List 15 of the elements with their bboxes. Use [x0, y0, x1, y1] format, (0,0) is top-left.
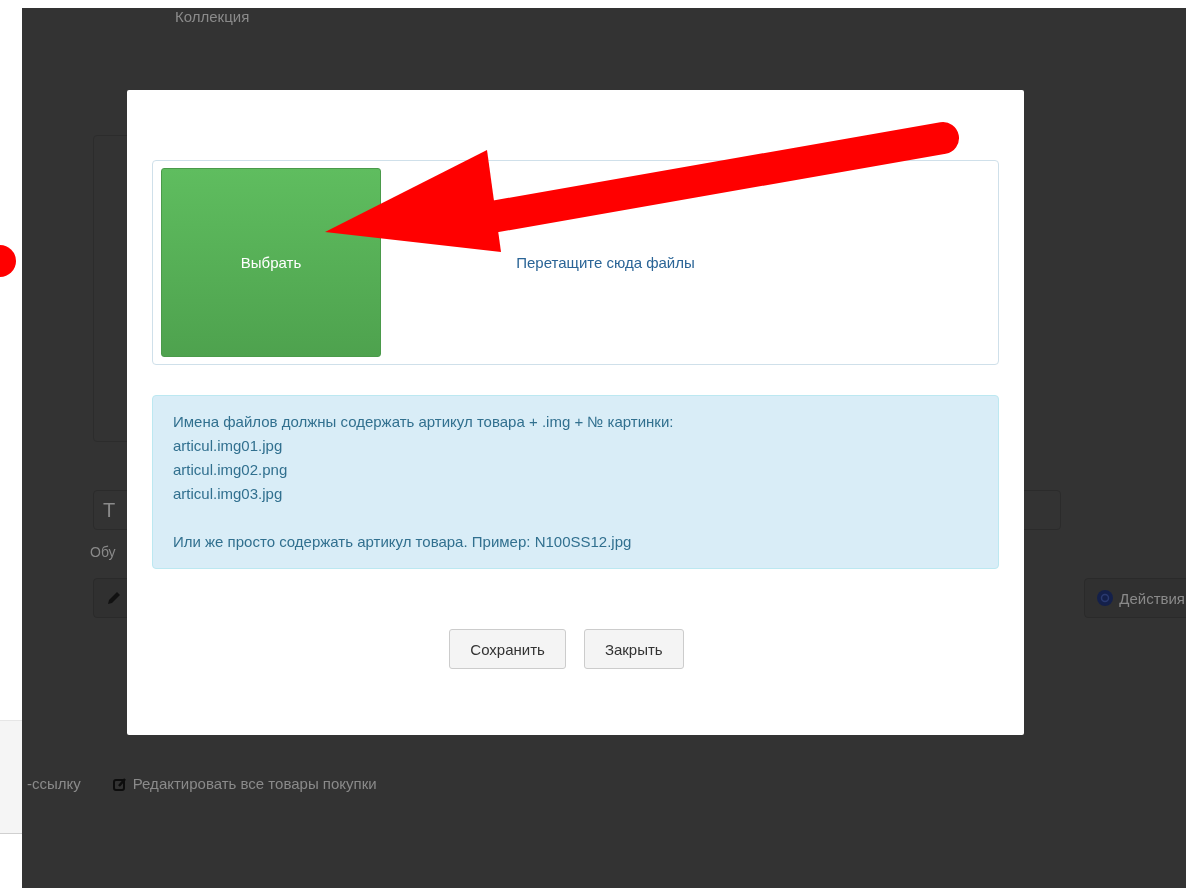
drop-zone[interactable]: Выбрать Перетащите сюда файлы — [152, 160, 999, 365]
info-text: Или же просто содержать артикул товара. Пример: N100SS12.jpg — [173, 532, 633, 552]
edit-all-link[interactable]: Редактировать все товары покупки — [112, 775, 377, 792]
info-text: Имена файлов должны содержать артикул товара + .img + № картинки: articul.img01.jpg articul.img02.png articul.img03.jpg — [173, 412, 675, 504]
swirl-icon — [1097, 590, 1114, 606]
pencil-icon — [106, 590, 122, 606]
link-text[interactable]: -ссылку — [27, 775, 81, 792]
actions-button[interactable]: Действия — [1084, 578, 1186, 618]
close-button[interactable]: Закрыть — [583, 629, 684, 669]
choose-button[interactable]: Выбрать — [161, 168, 381, 357]
collection-label: Коллекция — [175, 8, 250, 25]
drop-zone-text: Перетащите сюда файлы — [515, 254, 696, 271]
edit-icon — [112, 776, 127, 791]
save-button[interactable]: Сохранить — [449, 629, 566, 669]
field-hint: Обу — [90, 544, 116, 560]
